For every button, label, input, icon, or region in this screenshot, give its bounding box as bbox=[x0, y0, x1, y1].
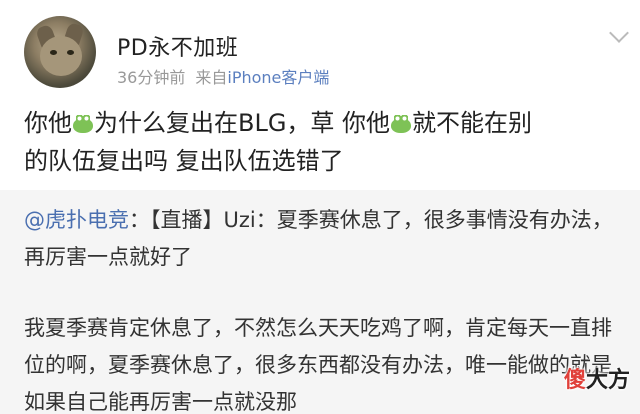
post-text-line2: 的队伍复出吗 复出队伍选错了 bbox=[24, 147, 344, 175]
chevron-down-icon[interactable] bbox=[609, 23, 629, 43]
weibo-post: PD永不加班 36分钟前 来自iPhone客户端 你他 为什么复出在BLG，草 你他… bbox=[0, 0, 640, 190]
watermark-char: 傻 bbox=[563, 368, 586, 393]
post-text-part1: 你他 bbox=[24, 109, 72, 137]
avatar[interactable] bbox=[24, 16, 96, 88]
watermark-text: 大方 bbox=[585, 368, 630, 393]
quoted-post[interactable]: @虎扑电竞：【直播】Uzi：夏季赛休息了，很多事情没有办法，再厉害一点就好了 我… bbox=[0, 190, 640, 414]
post-source[interactable]: iPhone客户端 bbox=[227, 68, 329, 87]
quoted-text: @虎扑电竞：【直播】Uzi：夏季赛休息了，很多事情没有办法，再厉害一点就好了 bbox=[24, 202, 624, 276]
post-text-part3: 就不能在别 bbox=[412, 109, 533, 137]
quoted-paragraph-2: 我夏季赛肯定休息了，不然怎么天天吃鸡了啊，肯定每天一直排位的啊，夏季赛休息了，很… bbox=[24, 316, 612, 414]
avatar-cat-eye-right bbox=[67, 50, 74, 55]
post-text-part2: 为什么复出在BLG，草 你他 bbox=[94, 109, 391, 137]
source-prefix: 来自 bbox=[195, 68, 228, 87]
post-time: 36分钟前 bbox=[117, 68, 186, 87]
avatar-cat-face bbox=[40, 36, 82, 76]
post-body: 你他 为什么复出在BLG，草 你他 就不能在别 的队伍复出吗 复出队伍选错了 bbox=[24, 104, 624, 180]
post-meta: 36分钟前 来自iPhone客户端 bbox=[117, 64, 329, 88]
frog-emoji-icon bbox=[390, 114, 412, 134]
watermark-logo: 傻大方 bbox=[564, 362, 630, 394]
mention-link[interactable]: @虎扑电竞 bbox=[24, 208, 129, 232]
avatar-cat-eye-left bbox=[50, 50, 57, 55]
username[interactable]: PD永不加班 bbox=[117, 30, 238, 62]
frog-emoji-icon bbox=[72, 114, 94, 134]
